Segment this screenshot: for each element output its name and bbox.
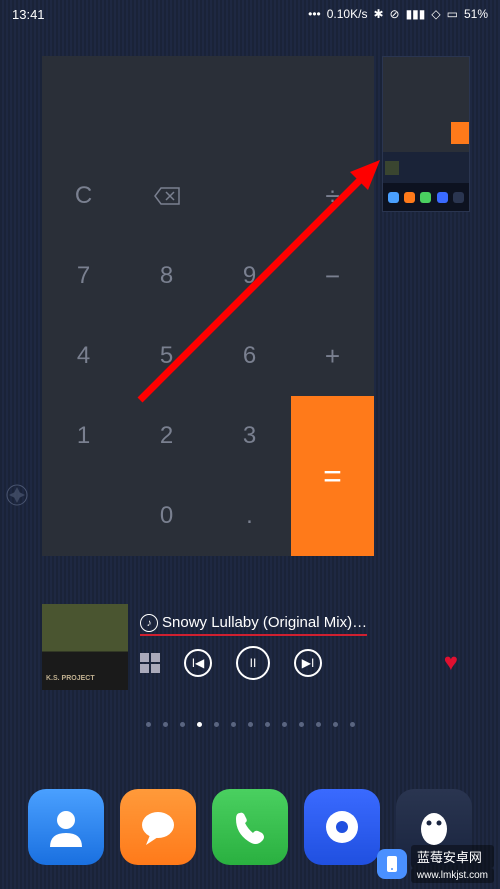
four-button[interactable]: 4: [42, 316, 125, 396]
one-button[interactable]: 1: [42, 396, 125, 476]
page-dot[interactable]: [146, 722, 151, 727]
browser-icon: [320, 805, 364, 849]
contacts-app[interactable]: [28, 789, 104, 865]
page-dot[interactable]: [316, 722, 321, 727]
six-button[interactable]: 6: [208, 316, 291, 396]
five-button[interactable]: 5: [125, 316, 208, 396]
equals-button[interactable]: =: [291, 396, 374, 556]
two-button[interactable]: 2: [125, 396, 208, 476]
preview-dock-icon: [453, 192, 464, 203]
preview-dock-icon: [404, 192, 415, 203]
signal-icon: ▮▮▮: [406, 7, 426, 21]
calculator-display: [42, 56, 374, 156]
three-button[interactable]: 3: [208, 396, 291, 476]
seven-button[interactable]: 7: [42, 236, 125, 316]
preview-dock-icon: [437, 192, 448, 203]
music-controls: I◀ II ▶I ♥: [140, 646, 458, 680]
preview-dock-icon: [388, 192, 399, 203]
preview-album-icon: [385, 161, 399, 175]
wifi-icon: ◇: [431, 7, 440, 21]
phone-icon: [228, 805, 272, 849]
clear-button[interactable]: C: [42, 156, 125, 236]
status-dots-icon: •••: [308, 7, 321, 21]
zero-button[interactable]: 0: [125, 476, 208, 556]
net-speed: 0.10K/s: [327, 7, 368, 21]
watermark-url: www.lmkjst.com: [411, 868, 494, 883]
plus-button[interactable]: +: [291, 316, 374, 396]
battery-pct: 51%: [464, 7, 488, 21]
messages-icon: [136, 805, 180, 849]
eight-button[interactable]: 8: [125, 236, 208, 316]
page-dot[interactable]: [180, 722, 185, 727]
nine-button[interactable]: 9: [208, 236, 291, 316]
music-widget[interactable]: ♪Snowy Lullaby (Original Mix)… I◀ II ▶I …: [42, 604, 458, 690]
page-dot[interactable]: [231, 722, 236, 727]
status-time: 13:41: [12, 7, 45, 22]
browser-app[interactable]: [304, 789, 380, 865]
song-title-text: Snowy Lullaby (Original Mix)…: [162, 614, 367, 631]
minus-button[interactable]: −: [291, 236, 374, 316]
backspace-button[interactable]: [125, 156, 208, 236]
page-dot[interactable]: [333, 722, 338, 727]
penguin-icon: [412, 805, 456, 849]
battery-icon: ▭: [447, 7, 458, 21]
page-dot[interactable]: [248, 722, 253, 727]
watermark: 蓝莓安卓网 www.lmkjst.com: [377, 845, 494, 883]
multitask-preview[interactable]: [382, 56, 470, 212]
page-dot[interactable]: [299, 722, 304, 727]
camera-shutter-icon[interactable]: [6, 484, 28, 506]
page-dot[interactable]: [282, 722, 287, 727]
next-icon: ▶I: [302, 656, 315, 670]
preview-dock: [383, 183, 469, 211]
status-bar: 13:41 ••• 0.10K/s ✱ ⊘ ▮▮▮ ◇ ▭ 51%: [0, 0, 500, 28]
prev-track-button[interactable]: I◀: [184, 649, 212, 677]
music-info: ♪Snowy Lullaby (Original Mix)… I◀ II ▶I …: [128, 614, 458, 680]
status-right: ••• 0.10K/s ✱ ⊘ ▮▮▮ ◇ ▭ 51%: [308, 7, 488, 21]
like-button[interactable]: ♥: [444, 649, 458, 677]
page-indicator[interactable]: [0, 722, 500, 727]
page-dot-active[interactable]: [197, 722, 202, 727]
preview-music-widget: [383, 152, 469, 183]
netease-music-icon: ♪: [140, 614, 158, 632]
page-dot[interactable]: [163, 722, 168, 727]
calculator-widget[interactable]: C ÷ 7 8 9 − 4 5 6 + 1 2 3 = 0 .: [42, 56, 374, 556]
preview-calculator: [383, 57, 469, 152]
album-art[interactable]: [42, 604, 128, 690]
page-dot[interactable]: [214, 722, 219, 727]
page-dot[interactable]: [265, 722, 270, 727]
dnd-icon: ⊘: [390, 7, 400, 21]
playlist-grid-button[interactable]: [140, 653, 160, 673]
next-track-button[interactable]: ▶I: [294, 649, 322, 677]
bluetooth-icon: ✱: [373, 7, 383, 21]
dot-button[interactable]: .: [208, 476, 291, 556]
messages-app[interactable]: [120, 789, 196, 865]
divide-button[interactable]: ÷: [291, 156, 374, 236]
phone-app[interactable]: [212, 789, 288, 865]
pause-button[interactable]: II: [236, 646, 270, 680]
pause-icon: II: [250, 656, 257, 670]
song-title[interactable]: ♪Snowy Lullaby (Original Mix)…: [140, 614, 367, 636]
backspace-icon: [154, 187, 180, 205]
watermark-logo-icon: [377, 849, 407, 879]
preview-equals-icon: [451, 122, 469, 144]
watermark-site: 蓝莓安卓网: [411, 845, 494, 868]
page-dot[interactable]: [350, 722, 355, 727]
contacts-icon: [44, 805, 88, 849]
prev-icon: I◀: [192, 656, 205, 670]
preview-dock-icon: [420, 192, 431, 203]
